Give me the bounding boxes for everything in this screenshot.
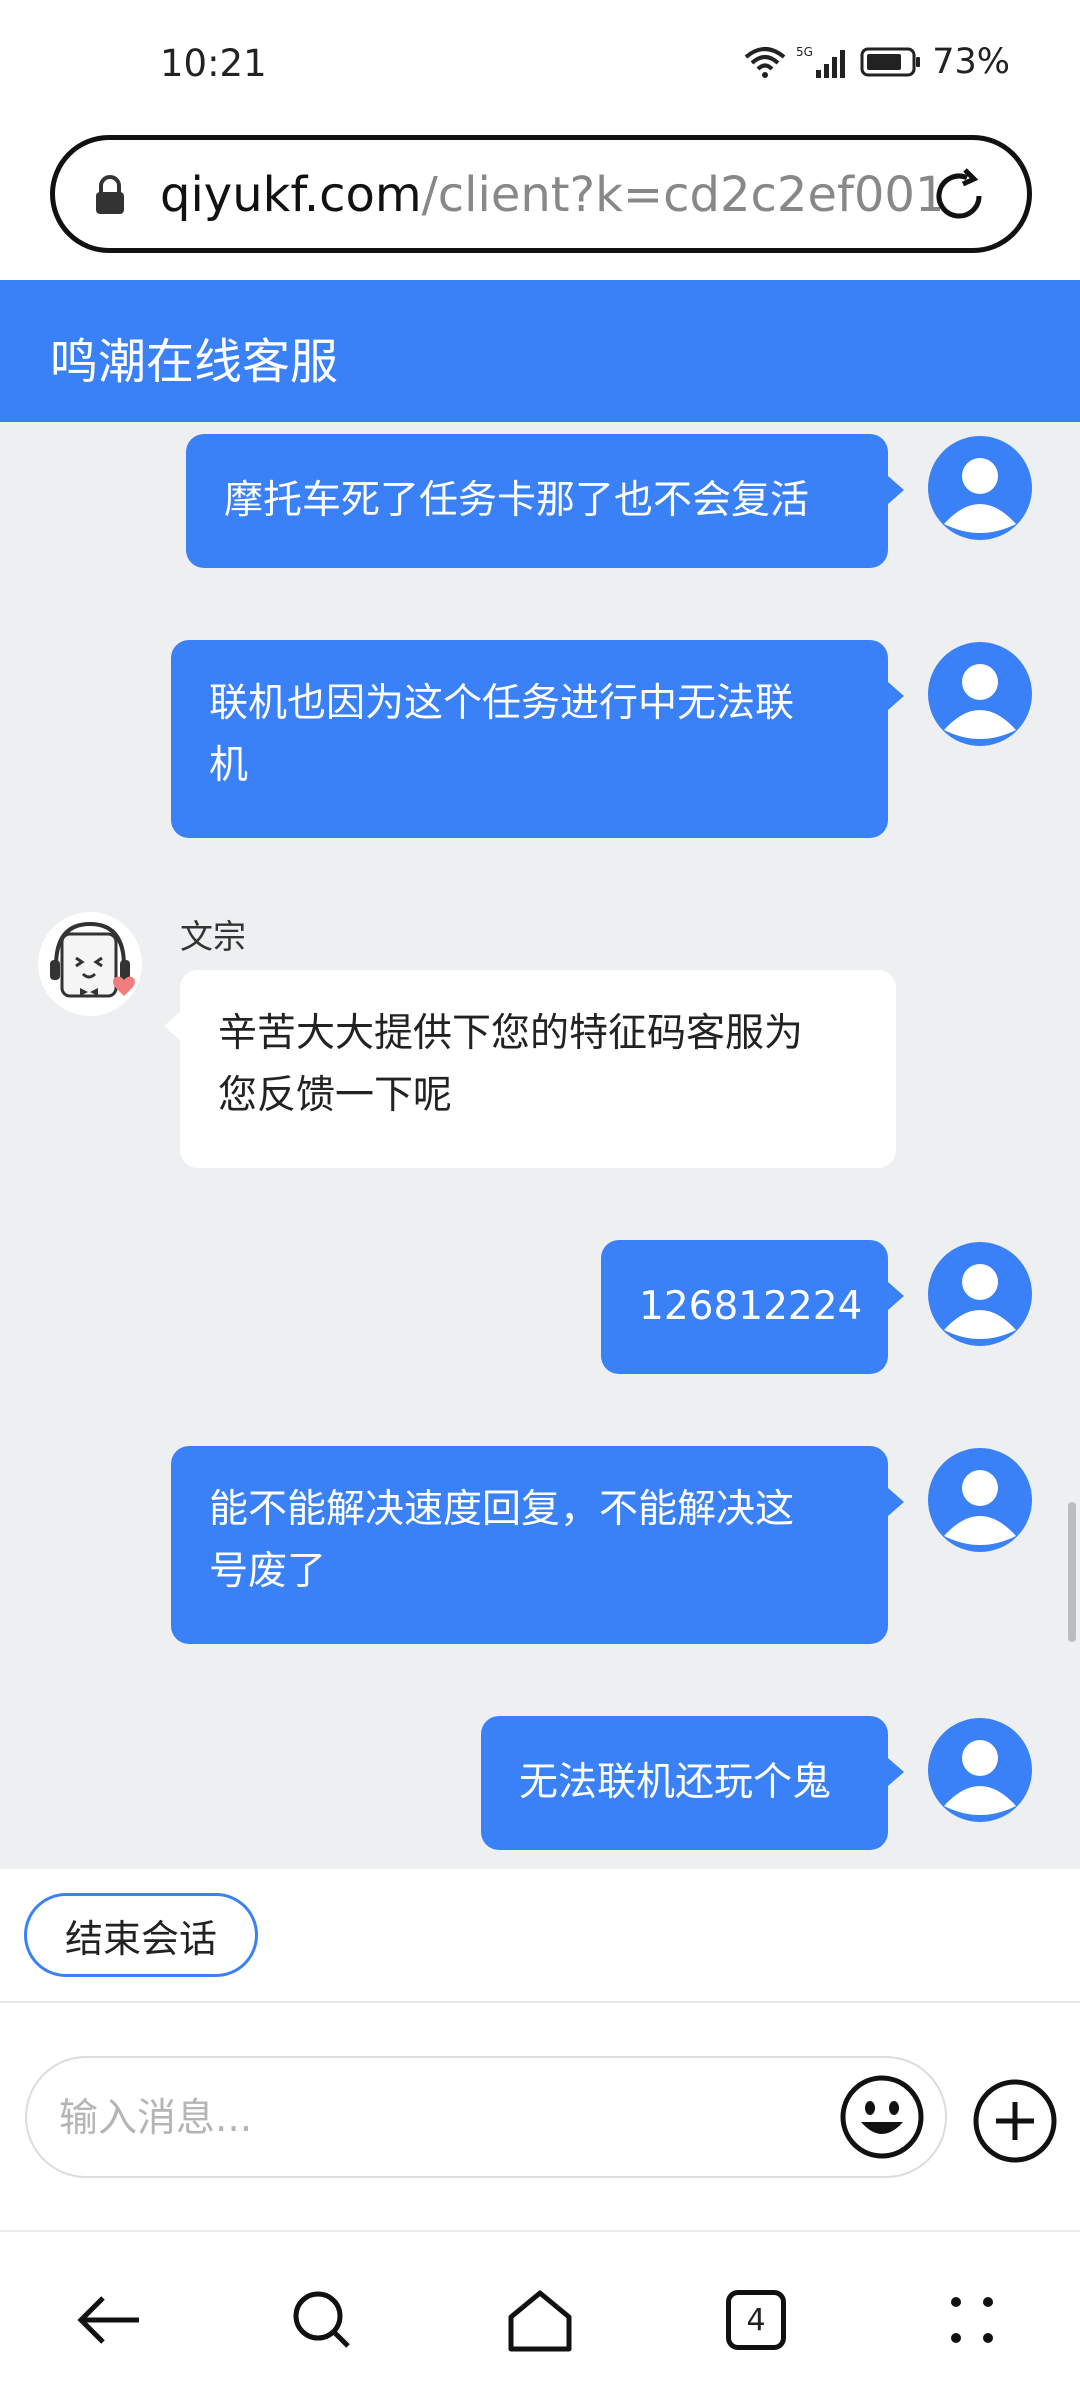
composer (0, 2004, 1080, 2232)
url-text[interactable]: qiyukf.com/client?k=cd2c2ef0016 (160, 167, 940, 223)
status-icons: 5G 73% (744, 42, 1010, 82)
user-message-bubble: 无法联机还玩个鬼 (481, 1716, 904, 1850)
user-message-bubble: 摩托车死了任务卡那了也不会复活 (186, 434, 904, 568)
message-text: 无法联机还玩个鬼 (519, 1760, 832, 1805)
message-text-line: 辛苦大大提供下您的特征码客服为 (218, 1011, 804, 1056)
message-text: 摩托车死了任务卡那了也不会复活 (224, 478, 810, 523)
message-text-line: 号废了 (209, 1549, 327, 1594)
message-text: 126812224 (639, 1284, 863, 1329)
agent-name: 文宗 (180, 917, 246, 956)
user-avatar (928, 1718, 1032, 1822)
back-arrow-icon (77, 2296, 139, 2344)
tab-count: 4 (746, 2302, 766, 2338)
tabs-button[interactable]: 4 (716, 2280, 796, 2360)
reload-icon[interactable] (929, 166, 989, 230)
menu-dots-icon (951, 2297, 993, 2343)
user-message-bubble: 126812224 (601, 1240, 904, 1374)
user-avatar (928, 1448, 1032, 1552)
chat-header: 鸣潮在线客服 (0, 280, 1080, 422)
chat-area[interactable]: 摩托车死了任务卡那了也不会复活 联机也因为这个任务进行中无法联 机 文宗 辛苦大… (0, 422, 1080, 1869)
home-button[interactable] (500, 2280, 580, 2360)
user-message-bubble: 能不能解决速度回复，不能解决这 号废了 (171, 1446, 904, 1644)
address-bar[interactable]: qiyukf.com/client?k=cd2c2ef0016 (50, 135, 1032, 253)
message-text-line: 您反馈一下呢 (218, 1073, 453, 1118)
user-avatar (928, 1242, 1032, 1346)
chat-scrollbar[interactable] (1068, 1502, 1076, 1642)
message-row: 文宗 辛苦大大提供下您的特征码客服为 您反馈一下呢 (0, 910, 1080, 1190)
message-input-container[interactable] (25, 2056, 947, 2178)
signal-icon: 5G (796, 44, 850, 80)
message-input[interactable] (59, 2086, 819, 2150)
message-text-line: 联机也因为这个任务进行中无法联 (209, 681, 795, 726)
lock-icon (93, 173, 127, 221)
user-message-bubble: 联机也因为这个任务进行中无法联 机 (171, 640, 904, 838)
emoji-icon[interactable] (839, 2074, 925, 2164)
add-attachment-icon[interactable] (972, 2078, 1058, 2168)
network-type: 5G (796, 45, 813, 59)
message-text-line: 机 (209, 743, 249, 788)
agent-avatar (38, 912, 142, 1016)
quick-action-bar: 结束会话 (0, 1869, 1080, 2003)
message-row: 无法联机还玩个鬼 (0, 1716, 1080, 1856)
url-path: /client?k=cd2c2ef0016 (421, 167, 940, 223)
end-session-button[interactable]: 结束会话 (24, 1893, 258, 1977)
message-row: 能不能解决速度回复，不能解决这 号废了 (0, 1446, 1080, 1646)
status-bar: 10:21 5G 73% (0, 0, 1080, 130)
menu-button[interactable] (932, 2280, 1012, 2360)
home-icon (508, 2290, 572, 2352)
agent-message-bubble: 辛苦大大提供下您的特征码客服为 您反馈一下呢 (164, 970, 896, 1168)
user-avatar (928, 642, 1032, 746)
status-time: 10:21 (160, 42, 267, 85)
battery-icon (860, 46, 922, 78)
search-button[interactable] (282, 2280, 362, 2360)
battery-percent: 73% (932, 42, 1010, 82)
tabs-icon: 4 (726, 2290, 786, 2350)
message-row: 联机也因为这个任务进行中无法联 机 (0, 640, 1080, 840)
wifi-icon (744, 45, 786, 79)
page-title: 鸣潮在线客服 (50, 334, 339, 390)
message-text-line: 能不能解决速度回复，不能解决这 (209, 1487, 795, 1532)
user-avatar (928, 436, 1032, 540)
back-button[interactable] (68, 2280, 148, 2360)
search-icon (293, 2291, 350, 2348)
message-row: 126812224 (0, 1240, 1080, 1380)
browser-bottom-nav: 4 (0, 2232, 1080, 2400)
message-row: 摩托车死了任务卡那了也不会复活 (0, 434, 1080, 574)
url-domain: qiyukf.com (160, 167, 422, 223)
